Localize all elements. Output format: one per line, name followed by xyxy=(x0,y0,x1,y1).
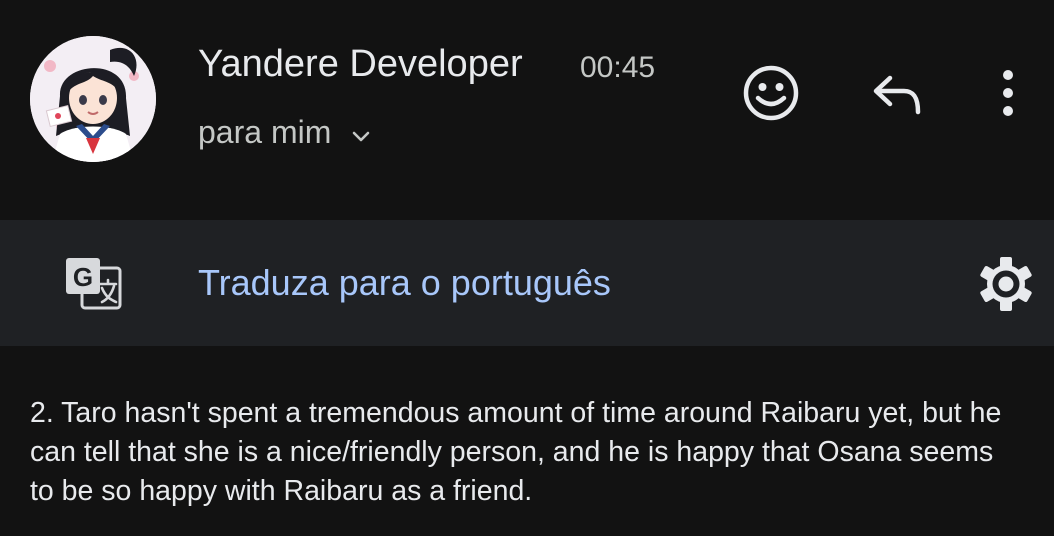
recipient-toggle[interactable]: para mim xyxy=(198,110,373,154)
translate-settings-button[interactable] xyxy=(976,254,1036,314)
gear-icon xyxy=(980,257,1032,311)
smiley-face-icon xyxy=(743,65,799,121)
more-options-button[interactable] xyxy=(988,62,1028,124)
sender-name[interactable]: Yandere Developer xyxy=(198,40,523,88)
message-body: 2. Taro hasn't spent a tremendous amount… xyxy=(30,397,1002,507)
google-translate-icon: G xyxy=(64,256,122,312)
add-reaction-button[interactable] xyxy=(740,62,802,124)
reply-button[interactable] xyxy=(866,66,928,122)
avatar-image xyxy=(30,36,156,162)
recipient-label: para mim xyxy=(198,113,332,150)
reply-arrow-icon xyxy=(873,75,921,115)
message-time: 00:45 xyxy=(580,51,656,84)
svg-text:G: G xyxy=(73,262,93,292)
sender-avatar[interactable] xyxy=(30,36,156,162)
message-header: Yandere Developer 00:45 para mim xyxy=(0,0,1054,220)
chevron-down-icon xyxy=(349,120,373,144)
more-vert-icon xyxy=(1003,70,1013,116)
translate-link[interactable]: Traduza para o português xyxy=(198,260,611,306)
translate-banner: G Traduza para o português xyxy=(0,220,1054,346)
